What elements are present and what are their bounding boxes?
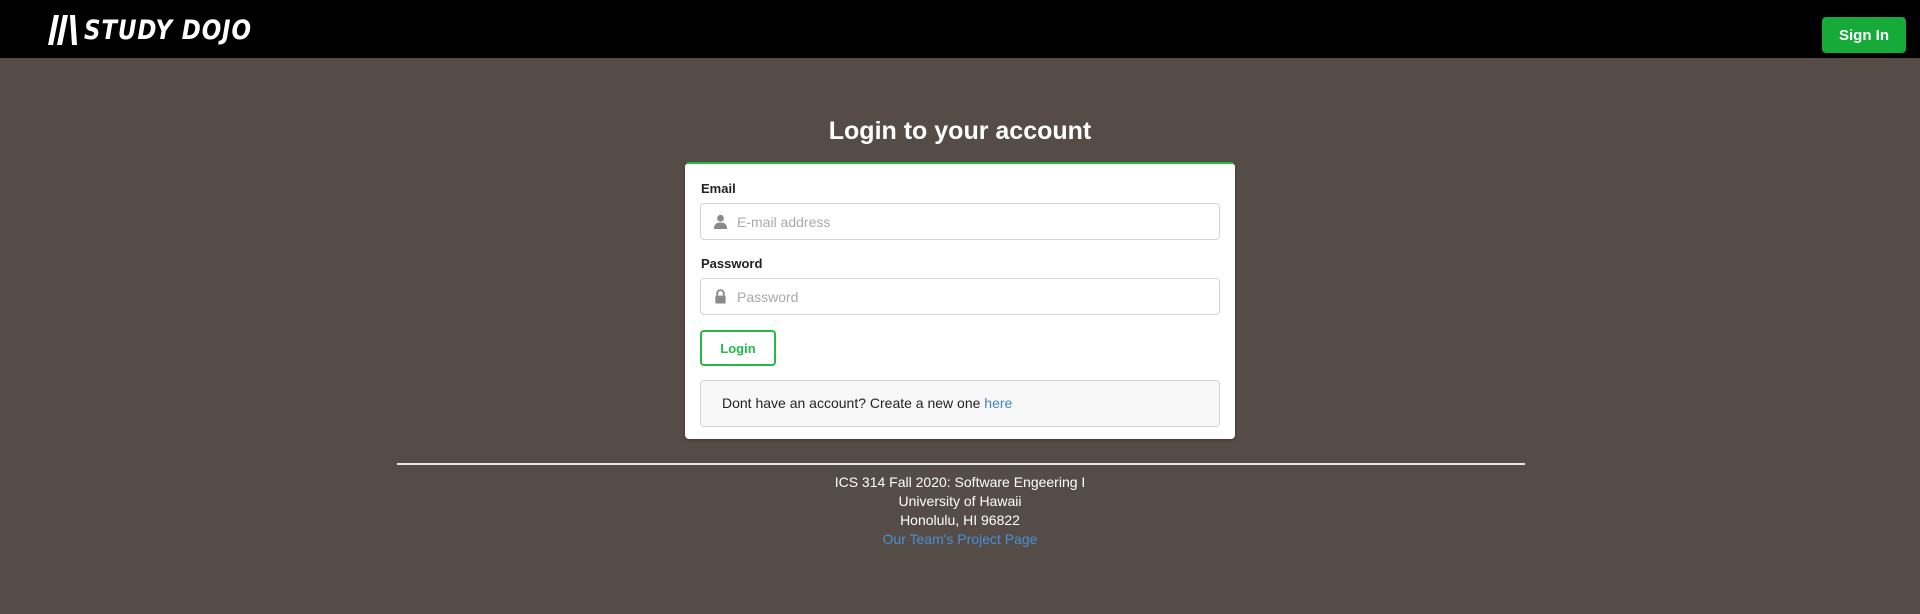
footer-location-line: Honolulu, HI 96822 <box>900 512 1020 528</box>
password-field-wrapper[interactable] <box>700 278 1220 315</box>
project-page-link[interactable]: Our Team's Project Page <box>883 531 1038 547</box>
user-icon <box>713 214 728 229</box>
signup-message: Dont have an account? Create a new one h… <box>700 380 1220 427</box>
logo-text: STUDY DOJO <box>84 14 252 46</box>
password-input[interactable] <box>737 279 1207 314</box>
footer: ICS 314 Fall 2020: Software Engeering I … <box>0 473 1920 549</box>
password-label: Password <box>701 256 763 271</box>
lock-icon <box>715 289 726 304</box>
login-button[interactable]: Login <box>700 330 776 366</box>
email-input[interactable] <box>737 204 1207 239</box>
top-navbar: STUDY DOJO Sign In <box>0 0 1920 58</box>
email-field-wrapper[interactable] <box>700 203 1220 240</box>
login-form-card: Email Password Login Dont have an accoun… <box>685 162 1235 439</box>
study-dojo-logo[interactable]: STUDY DOJO <box>48 14 281 46</box>
email-label: Email <box>701 181 736 196</box>
footer-university-line: University of Hawaii <box>898 493 1022 509</box>
signup-message-text: Dont have an account? Create a new one <box>722 395 985 411</box>
page-title: Login to your account <box>828 117 1092 145</box>
sign-in-button[interactable]: Sign In <box>1822 17 1906 53</box>
footer-divider <box>397 463 1525 465</box>
footer-course-line: ICS 314 Fall 2020: Software Engeering I <box>834 474 1086 490</box>
logo-slash-mark-icon <box>48 15 77 45</box>
signup-here-link[interactable]: here <box>984 395 1012 411</box>
